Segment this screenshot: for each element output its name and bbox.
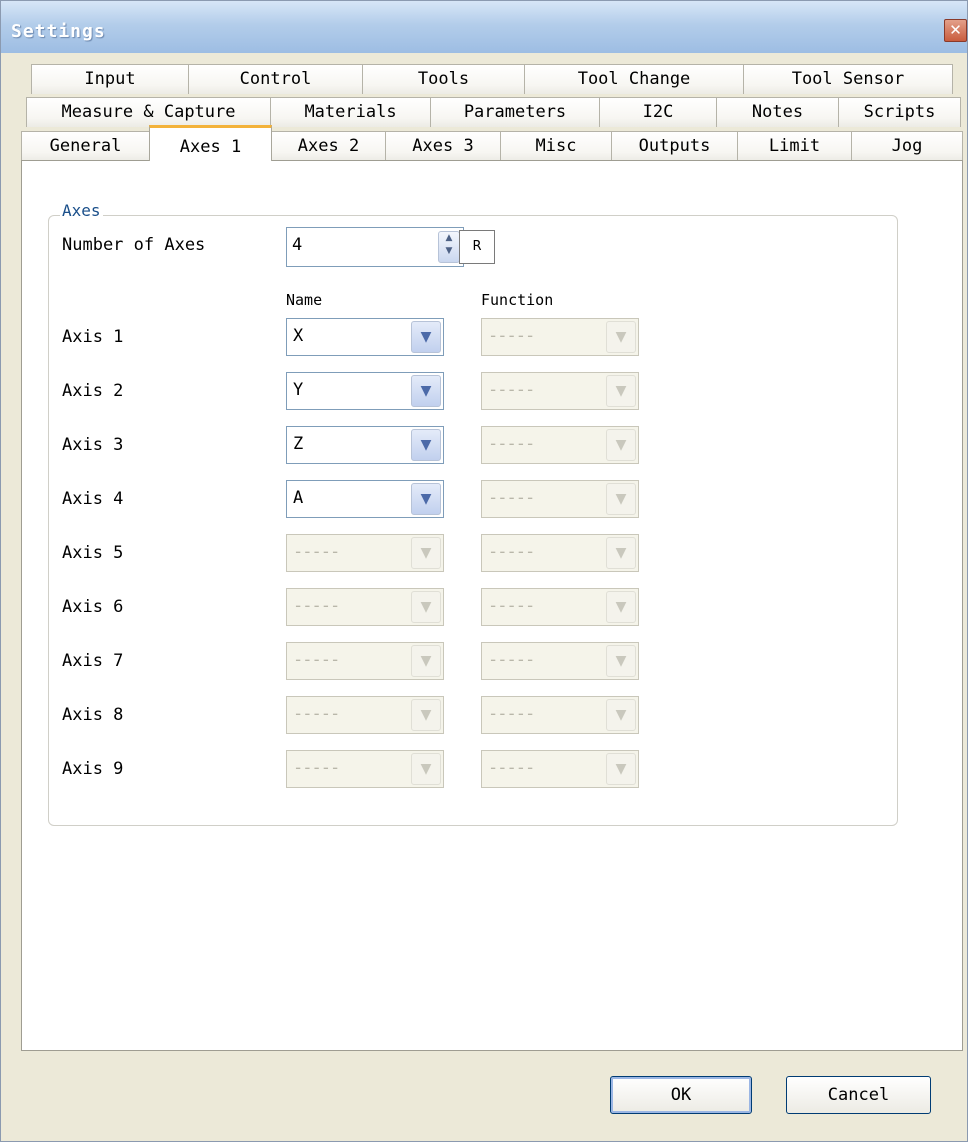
tab-tool-sensor[interactable]: Tool Sensor	[743, 64, 953, 94]
axis-function-dropdown-value: -----	[488, 326, 535, 346]
axis-label: Axis 4	[62, 489, 124, 509]
tab-scripts[interactable]: Scripts	[838, 97, 961, 127]
chevron-down-icon: ▼	[411, 699, 441, 731]
number-of-axes-spinner[interactable]: 4 ▲ ▼	[286, 227, 464, 267]
axis-function-dropdown: ----- ▼	[481, 318, 639, 356]
axes-1-panel: Axes Number of Axes 4 ▲ ▼ R Name Function…	[21, 160, 963, 1051]
axis-name-dropdown-value: -----	[293, 650, 340, 670]
tab-tool-change[interactable]: Tool Change	[524, 64, 744, 94]
chevron-down-icon: ▼	[606, 699, 636, 731]
chevron-down-icon: ▼	[411, 537, 441, 569]
axis-function-dropdown: ----- ▼	[481, 750, 639, 788]
axis-label: Axis 7	[62, 651, 124, 671]
function-column-header: Function	[481, 291, 554, 309]
tab-parameters[interactable]: Parameters	[430, 97, 600, 127]
axis-label: Axis 5	[62, 543, 124, 563]
tab-i2c[interactable]: I2C	[599, 97, 717, 127]
axis-function-dropdown-value: -----	[488, 704, 535, 724]
axis-name-dropdown-value: -----	[293, 542, 340, 562]
axis-function-dropdown: ----- ▼	[481, 372, 639, 410]
chevron-down-icon[interactable]: ▼	[411, 321, 441, 353]
chevron-down-icon: ▼	[606, 483, 636, 515]
cancel-button[interactable]: Cancel	[786, 1076, 931, 1114]
tab-axes-1[interactable]: Axes 1	[149, 125, 272, 161]
axis-function-dropdown: ----- ▼	[481, 480, 639, 518]
tab-materials[interactable]: Materials	[270, 97, 431, 127]
tab-outputs[interactable]: Outputs	[611, 131, 738, 161]
tab-tools[interactable]: Tools	[362, 64, 525, 94]
number-of-axes-value: 4	[292, 235, 303, 255]
chevron-down-icon[interactable]: ▼	[411, 375, 441, 407]
axis-label: Axis 2	[62, 381, 124, 401]
chevron-down-icon: ▼	[606, 537, 636, 569]
tab-misc[interactable]: Misc	[500, 131, 612, 161]
axis-name-dropdown-value: A	[293, 488, 304, 508]
chevron-down-icon: ▼	[411, 591, 441, 623]
axis-name-dropdown: ----- ▼	[286, 588, 444, 626]
tab-limit[interactable]: Limit	[737, 131, 852, 161]
tab-notes[interactable]: Notes	[716, 97, 839, 127]
axis-name-dropdown[interactable]: Z ▼	[286, 426, 444, 464]
axis-name-dropdown-value: -----	[293, 704, 340, 724]
axis-name-dropdown[interactable]: Y ▼	[286, 372, 444, 410]
tab-input[interactable]: Input	[31, 64, 189, 94]
chevron-down-icon: ▼	[606, 591, 636, 623]
chevron-down-icon: ▼	[411, 645, 441, 677]
axis-name-dropdown: ----- ▼	[286, 750, 444, 788]
chevron-down-icon: ▼	[606, 645, 636, 677]
number-of-axes-label: Number of Axes	[62, 235, 206, 255]
tab-axes-3[interactable]: Axes 3	[385, 131, 501, 161]
axes-group-legend: Axes	[60, 201, 103, 220]
axis-label: Axis 6	[62, 597, 124, 617]
axis-label: Axis 9	[62, 759, 124, 779]
chevron-down-icon: ▼	[606, 375, 636, 407]
axis-function-dropdown: ----- ▼	[481, 588, 639, 626]
axis-function-dropdown-value: -----	[488, 488, 535, 508]
axis-name-dropdown-value: X	[293, 326, 304, 346]
ok-button[interactable]: OK	[610, 1076, 752, 1114]
axis-name-dropdown[interactable]: X ▼	[286, 318, 444, 356]
tab-control[interactable]: Control	[188, 64, 363, 94]
tab-measure-capture[interactable]: Measure & Capture	[26, 97, 271, 127]
axis-name-dropdown-value: Z	[293, 434, 304, 454]
axis-label: Axis 8	[62, 705, 124, 725]
chevron-down-icon[interactable]: ▼	[411, 483, 441, 515]
title-bar[interactable]: Settings ✕	[1, 1, 967, 53]
window-title: Settings	[11, 21, 106, 42]
tab-general[interactable]: General	[21, 131, 150, 161]
axis-name-dropdown[interactable]: A ▼	[286, 480, 444, 518]
axis-function-dropdown-value: -----	[488, 434, 535, 454]
axis-label: Axis 3	[62, 435, 124, 455]
axis-function-dropdown: ----- ▼	[481, 426, 639, 464]
axis-function-dropdown-value: -----	[488, 758, 535, 778]
tab-axes-2[interactable]: Axes 2	[271, 131, 386, 161]
axis-name-dropdown-value: -----	[293, 596, 340, 616]
axis-function-dropdown-value: -----	[488, 596, 535, 616]
chevron-down-icon: ▼	[411, 753, 441, 785]
axis-function-dropdown: ----- ▼	[481, 642, 639, 680]
reset-axes-button[interactable]: R	[459, 230, 495, 264]
axis-function-dropdown: ----- ▼	[481, 534, 639, 572]
chevron-down-icon: ▼	[606, 321, 636, 353]
axes-groupbox	[48, 215, 898, 826]
chevron-down-icon: ▼	[606, 753, 636, 785]
chevron-down-icon[interactable]: ▼	[411, 429, 441, 461]
spinner-up-down-icon[interactable]: ▲ ▼	[438, 231, 460, 263]
close-icon[interactable]: ✕	[944, 19, 967, 42]
axis-name-dropdown-value: -----	[293, 758, 340, 778]
chevron-down-icon: ▼	[606, 429, 636, 461]
tab-jog[interactable]: Jog	[851, 131, 963, 161]
settings-window: Settings ✕ Input Control Tools Tool Chan…	[0, 0, 968, 1142]
name-column-header: Name	[286, 291, 323, 309]
axis-function-dropdown-value: -----	[488, 542, 535, 562]
axis-function-dropdown: ----- ▼	[481, 696, 639, 734]
axis-label: Axis 1	[62, 327, 124, 347]
axis-function-dropdown-value: -----	[488, 380, 535, 400]
axis-name-dropdown: ----- ▼	[286, 642, 444, 680]
axis-name-dropdown: ----- ▼	[286, 534, 444, 572]
axis-function-dropdown-value: -----	[488, 650, 535, 670]
axis-name-dropdown: ----- ▼	[286, 696, 444, 734]
axis-name-dropdown-value: Y	[293, 380, 304, 400]
